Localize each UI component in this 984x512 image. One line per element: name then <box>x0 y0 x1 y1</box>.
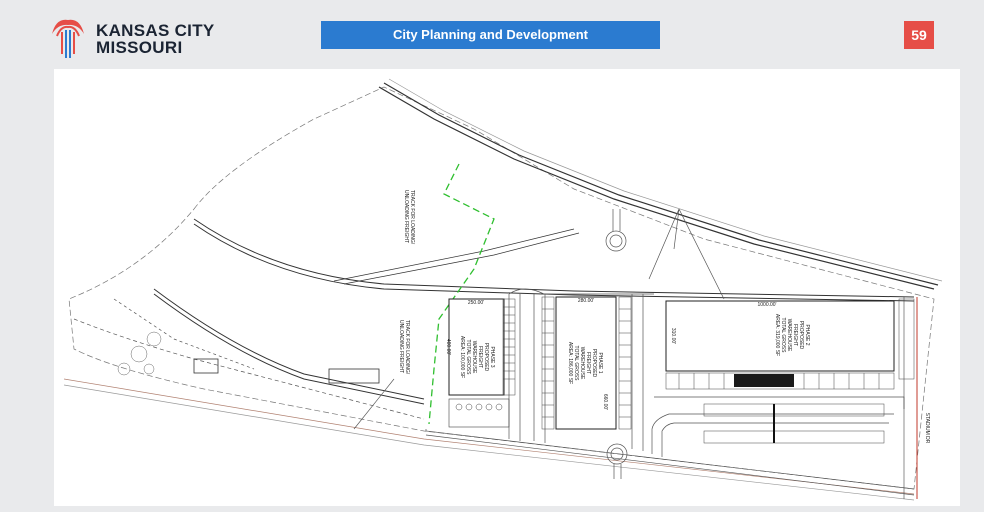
brand-name: KANSAS CITY MISSOURI <box>96 22 215 56</box>
dim-phase2-top: 1000.00' <box>757 302 777 308</box>
site-plan-linework <box>63 78 943 501</box>
dim-phase3-side: 400.00' <box>445 338 451 356</box>
site-plan-drawing: PHASE 3 PROPOSED FREIGHT WAREHOUSE TOTAL GR… <box>54 69 960 506</box>
brand-line-2: MISSOURI <box>96 38 183 57</box>
phase1-building-label: PHASE 1 PROPOSED FREIGHT WAREHOUSE TOTAL GR… <box>567 341 603 385</box>
slide-header: KANSAS CITY MISSOURI City Planning and D… <box>0 0 984 68</box>
dim-phase3-top: 250.00' <box>467 300 485 306</box>
track-note-lower: TRACK FOR LOADING/UNLOADING FREIGHT <box>398 320 410 375</box>
dim-phase2-side: 310.00' <box>670 327 676 345</box>
brand-line-1: KANSAS CITY <box>96 21 215 40</box>
dim-phase1-top: 280.00' <box>577 298 595 304</box>
dim-phase1-side: 660.00' <box>602 393 608 411</box>
street-label-stadium-dr: STADIUM DR <box>924 412 930 444</box>
page-number-badge: 59 <box>904 21 934 49</box>
kansas-city-fountain-logo <box>52 19 84 58</box>
track-note-upper: TRACK FOR LOADING/UNLOADING FREIGHT <box>403 190 415 245</box>
phase2-building-label: PHASE 2 PROPOSED FREIGHT WAREHOUSE TOTAL GR… <box>774 313 810 357</box>
section-title-banner: City Planning and Development <box>321 21 660 49</box>
phase3-building-label: PHASE 3 PROPOSED FREIGHT WAREHOUSE TOTAL GR… <box>459 335 495 379</box>
